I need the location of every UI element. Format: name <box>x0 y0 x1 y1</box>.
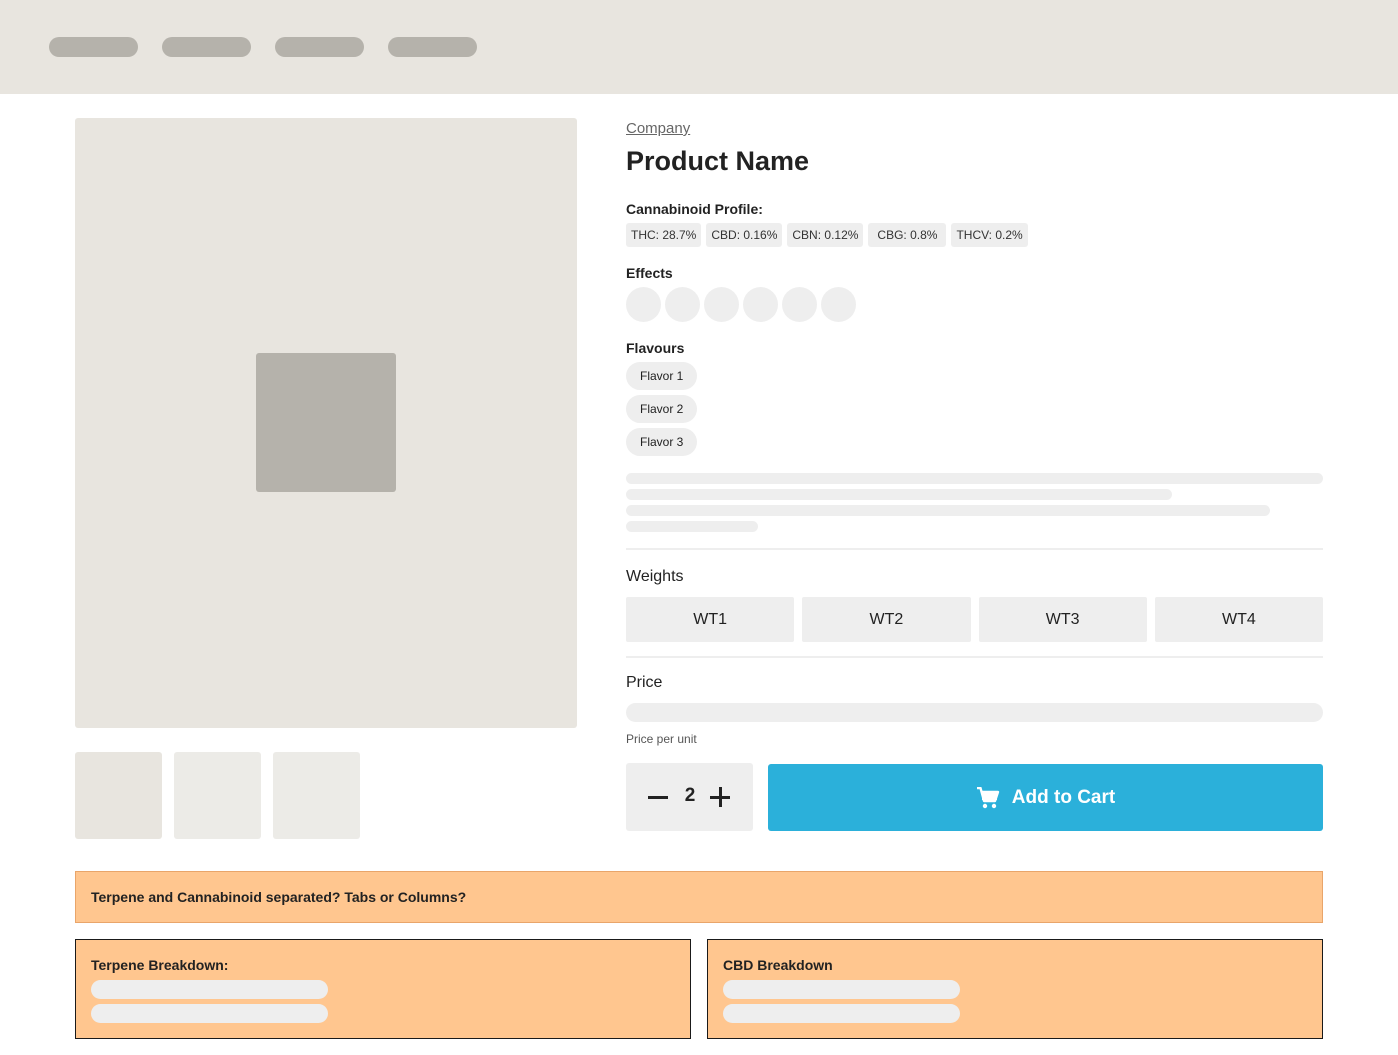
effect-icon <box>821 287 856 322</box>
top-nav-bar <box>0 0 1398 94</box>
flavor-tag: Flavor 3 <box>626 428 698 456</box>
terpene-placeholder-bar <box>91 1004 328 1023</box>
flavor-tag: Flavor 1 <box>626 362 698 390</box>
annotation-text: Terpene and Cannabinoid separated? Tabs … <box>91 889 467 905</box>
product-main-image[interactable] <box>75 118 577 728</box>
flavours-label: Flavours <box>626 340 685 356</box>
effect-icon <box>704 287 739 322</box>
cannabinoid-chip: CBN: 0.12% <box>787 223 864 247</box>
terpene-breakdown-title: Terpene Breakdown: <box>91 957 229 973</box>
description-placeholder-line <box>626 521 758 532</box>
add-to-cart-button[interactable]: Add to Cart <box>768 764 1323 831</box>
cbd-placeholder-bar <box>723 1004 960 1023</box>
company-link[interactable]: Company <box>626 120 690 137</box>
weight-option-button[interactable]: WT1 <box>626 597 795 642</box>
cbd-breakdown-panel: CBD Breakdown <box>707 939 1323 1039</box>
product-thumbnail[interactable] <box>273 752 360 839</box>
nav-item-placeholder[interactable] <box>388 37 477 57</box>
cannabinoid-chip: CBG: 0.8% <box>868 223 947 247</box>
effect-icon <box>626 287 661 322</box>
effect-icon <box>665 287 700 322</box>
cannabinoid-chip: CBD: 0.16% <box>706 223 783 247</box>
product-thumbnail[interactable] <box>75 752 162 839</box>
effect-icon <box>782 287 817 322</box>
cannabinoid-chips: THC: 28.7% CBD: 0.16% CBN: 0.12% CBG: 0.… <box>626 223 1028 247</box>
divider <box>626 548 1323 550</box>
cannabinoid-profile-label: Cannabinoid Profile: <box>626 201 763 217</box>
nav-item-placeholder[interactable] <box>49 37 138 57</box>
weights-label: Weights <box>626 568 684 585</box>
price-label: Price <box>626 674 663 691</box>
effects-label: Effects <box>626 265 673 281</box>
flavor-tag: Flavor 2 <box>626 395 698 423</box>
price-per-unit-label: Price per unit <box>626 732 697 746</box>
minus-icon[interactable] <box>648 796 668 799</box>
add-to-cart-label: Add to Cart <box>1011 786 1116 808</box>
description-placeholder-line <box>626 473 1323 484</box>
terpene-breakdown-panel: Terpene Breakdown: <box>75 939 691 1039</box>
annotation-banner: Terpene and Cannabinoid separated? Tabs … <box>75 871 1323 923</box>
product-thumbnail[interactable] <box>174 752 261 839</box>
cannabinoid-chip: THC: 28.7% <box>626 223 702 247</box>
weight-option-button[interactable]: WT3 <box>978 597 1147 642</box>
weight-options: WT1 WT2 WT3 WT4 <box>626 597 1323 642</box>
cbd-breakdown-title: CBD Breakdown <box>723 957 833 973</box>
divider <box>626 656 1323 658</box>
product-title: Product Name <box>626 146 810 176</box>
nav-item-placeholder[interactable] <box>275 37 364 57</box>
description-placeholder-line <box>626 489 1172 500</box>
plus-icon[interactable] <box>710 787 730 807</box>
image-placeholder-icon <box>256 353 396 492</box>
cannabinoid-chip: THCV: 0.2% <box>951 223 1028 247</box>
weight-option-button[interactable]: WT4 <box>1154 597 1323 642</box>
cbd-placeholder-bar <box>723 980 960 999</box>
terpene-placeholder-bar <box>91 980 328 999</box>
weight-option-button[interactable]: WT2 <box>802 597 971 642</box>
nav-item-placeholder[interactable] <box>162 37 251 57</box>
effects-list <box>626 287 856 322</box>
description-placeholder-line <box>626 505 1270 516</box>
effect-icon <box>743 287 778 322</box>
quantity-value: 2 <box>684 785 696 806</box>
quantity-stepper: 2 <box>626 763 753 831</box>
price-placeholder <box>626 703 1323 722</box>
cart-icon <box>976 786 999 808</box>
